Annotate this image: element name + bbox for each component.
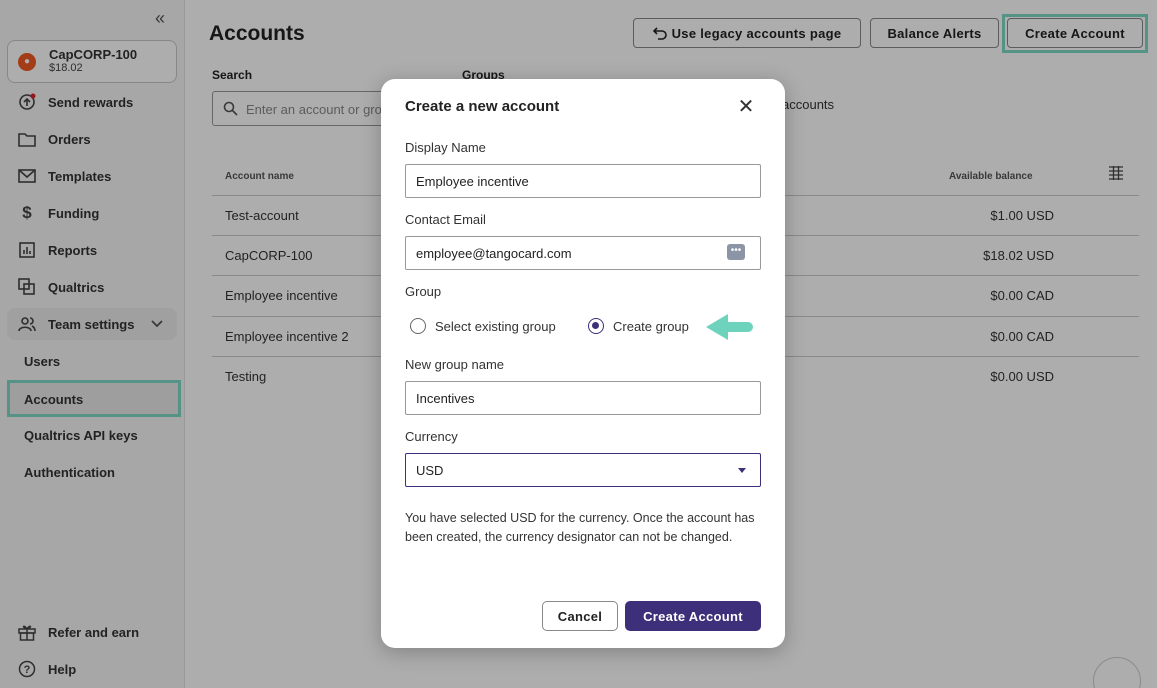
autofill-icon[interactable]: ••• [727,244,745,260]
arrow-left-icon [704,312,754,345]
new-group-name-label: New group name [405,357,504,372]
currency-label: Currency [405,429,458,444]
currency-value: USD [416,463,444,478]
display-name-label: Display Name [405,140,486,155]
modal-title: Create a new account [405,98,560,115]
currency-select[interactable]: USD [405,453,761,487]
currency-note: You have selected USD for the currency. … [405,511,755,544]
display-name-field[interactable] [405,164,761,198]
contact-email-label: Contact Email [405,212,486,227]
create-group-radio[interactable] [588,318,604,334]
create-account-modal: Create a new account ✕ Display Name Cont… [381,79,785,648]
submit-create-account-button[interactable]: Create Account [625,601,761,631]
contact-email-field[interactable] [405,236,761,270]
select-existing-group-label[interactable]: Select existing group [435,319,556,334]
group-label: Group [405,284,442,299]
select-existing-group-radio[interactable] [410,318,426,334]
create-group-label[interactable]: Create group [613,319,689,334]
new-group-name-field[interactable] [405,381,761,415]
caret-down-icon [738,468,746,473]
close-icon[interactable]: ✕ [736,97,756,117]
cancel-button[interactable]: Cancel [542,601,618,631]
